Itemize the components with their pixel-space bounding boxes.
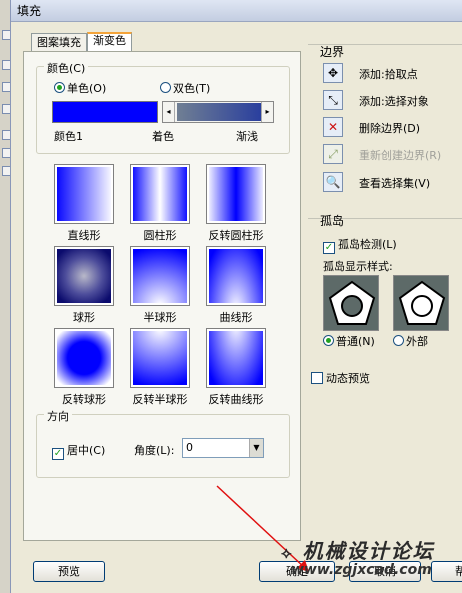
radio-dot [323, 335, 334, 346]
gradient-panel: 颜色(C) 单色(O) 双色(T) ◂ ▸ 颜色1 着色 渐浅 直线形 圆柱形 … [23, 51, 301, 541]
island-normal-label: 普通(N) [336, 335, 375, 348]
add-pick-point-button[interactable]: 添加:拾取点 [359, 66, 418, 82]
radio-dot [54, 82, 65, 93]
gradient-tile-inverted-curved[interactable] [206, 328, 266, 388]
slider-left-arrow[interactable]: ◂ [163, 102, 175, 122]
gradient-tile-inverted-hemispherical[interactable] [130, 328, 190, 388]
remove-boundary-icon[interactable]: ✕ [323, 117, 343, 137]
check-mark-icon: ✓ [52, 448, 64, 460]
shade-tint-slider[interactable]: ◂ ▸ [162, 101, 274, 123]
gradient-label: 反转曲线形 [208, 393, 264, 406]
double-color-label: 双色(T) [173, 82, 211, 95]
dynamic-preview-checkbox[interactable]: 动态预览 [311, 370, 370, 386]
select-objects-icon[interactable]: ⤡ [323, 90, 343, 110]
island-detect-checkbox[interactable]: ✓ 孤岛检测(L) [323, 236, 397, 254]
gradient-label: 反转球形 [62, 393, 106, 406]
island-outer-radio[interactable]: 外部 [393, 333, 428, 349]
pick-point-icon[interactable]: ✥ [323, 63, 343, 83]
angle-label: 角度(L): [134, 444, 175, 457]
watermark-title: ⟡ 机械设计论坛 [281, 535, 462, 564]
tab-gradient[interactable]: 渐变色 [87, 32, 132, 52]
gradient-tile-cylinder[interactable] [130, 164, 190, 224]
gradient-label: 圆柱形 [143, 229, 177, 242]
double-color-radio[interactable]: 双色(T) [160, 80, 210, 96]
chevron-down-icon[interactable]: ▼ [249, 439, 263, 457]
check-mark-icon: ✓ [323, 242, 335, 254]
gradient-label: 反转圆柱形 [208, 229, 264, 242]
view-selection-icon[interactable]: 🔍 [323, 172, 343, 192]
logo-icon: ⟡ [281, 543, 294, 562]
single-color-radio[interactable]: 单色(O) [54, 80, 106, 96]
island-outer-image[interactable] [393, 275, 449, 331]
boundary-title: 边界 [320, 45, 345, 59]
island-outer-label: 外部 [406, 335, 428, 348]
gradient-tile-spherical[interactable] [54, 246, 114, 306]
dynamic-preview-label: 动态预览 [326, 372, 370, 385]
angle-value: 0 [186, 441, 193, 454]
dialog-title: 填充 [17, 4, 42, 18]
single-color-label: 单色(O) [67, 82, 107, 95]
island-title: 孤岛 [320, 214, 345, 228]
remove-boundary-button[interactable]: 删除边界(D) [359, 120, 420, 136]
view-selection-button[interactable]: 查看选择集(V) [359, 175, 430, 191]
gradient-tile-hemispherical[interactable] [130, 246, 190, 306]
island-normal-radio[interactable]: 普通(N) [323, 333, 375, 349]
slider-track[interactable] [177, 103, 261, 121]
radio-dot [160, 82, 171, 93]
radio-dot [393, 335, 404, 346]
island-normal-image[interactable] [323, 275, 379, 331]
color1-swatch[interactable] [52, 101, 158, 123]
gradient-tile-inverted-cylinder[interactable] [206, 164, 266, 224]
tint-label: 渐浅 [236, 130, 258, 143]
preview-button[interactable]: 预览 [33, 561, 105, 582]
watermark-text: 机械设计论坛 [302, 539, 435, 563]
tab-strip: 图案填充 渐变色 [31, 32, 132, 52]
color-group-label: 颜色(C) [44, 60, 89, 76]
gradient-label: 半球形 [143, 311, 177, 324]
add-select-objects-button[interactable]: 添加:选择对象 [359, 93, 429, 109]
help-button[interactable]: 帮 [431, 561, 462, 582]
color1-label: 颜色1 [54, 130, 83, 143]
watermark-url: www.zgjxcad.com [291, 562, 432, 578]
slider-right-arrow[interactable]: ▸ [261, 102, 273, 122]
angle-dropdown[interactable]: 0 ▼ [182, 438, 264, 458]
gradient-label: 球形 [73, 311, 95, 324]
dialog-titlebar: 填充 [11, 0, 462, 22]
shade-label: 着色 [152, 130, 174, 143]
island-style-label: 孤岛显示样式: [323, 260, 393, 273]
tab-pattern-fill[interactable]: 图案填充 [31, 33, 87, 51]
centered-checkbox[interactable]: ✓ 居中(C) [52, 442, 105, 460]
gradient-tile-inverted-spherical[interactable] [54, 328, 114, 388]
centered-label: 居中(C) [67, 444, 106, 457]
pentagon-normal-icon [328, 280, 376, 325]
gradient-label: 反转半球形 [132, 393, 188, 406]
recreate-boundary-icon: ⤢ [323, 144, 343, 164]
fill-dialog: 填充 图案填充 渐变色 颜色(C) 单色(O) 双色(T) ◂ ▸ 颜色1 着色… [10, 0, 462, 593]
recreate-boundary-button: 重新创建边界(R) [359, 149, 442, 162]
gradient-tile-linear[interactable] [54, 164, 114, 224]
island-detect-label: 孤岛检测(L) [338, 238, 397, 251]
checkbox-box [311, 372, 323, 384]
orientation-group-label: 方向 [44, 408, 72, 424]
gradient-tile-curved[interactable] [206, 246, 266, 306]
gradient-label: 曲线形 [219, 311, 253, 324]
pentagon-outer-icon [398, 280, 446, 325]
gradient-label: 直线形 [67, 229, 101, 242]
